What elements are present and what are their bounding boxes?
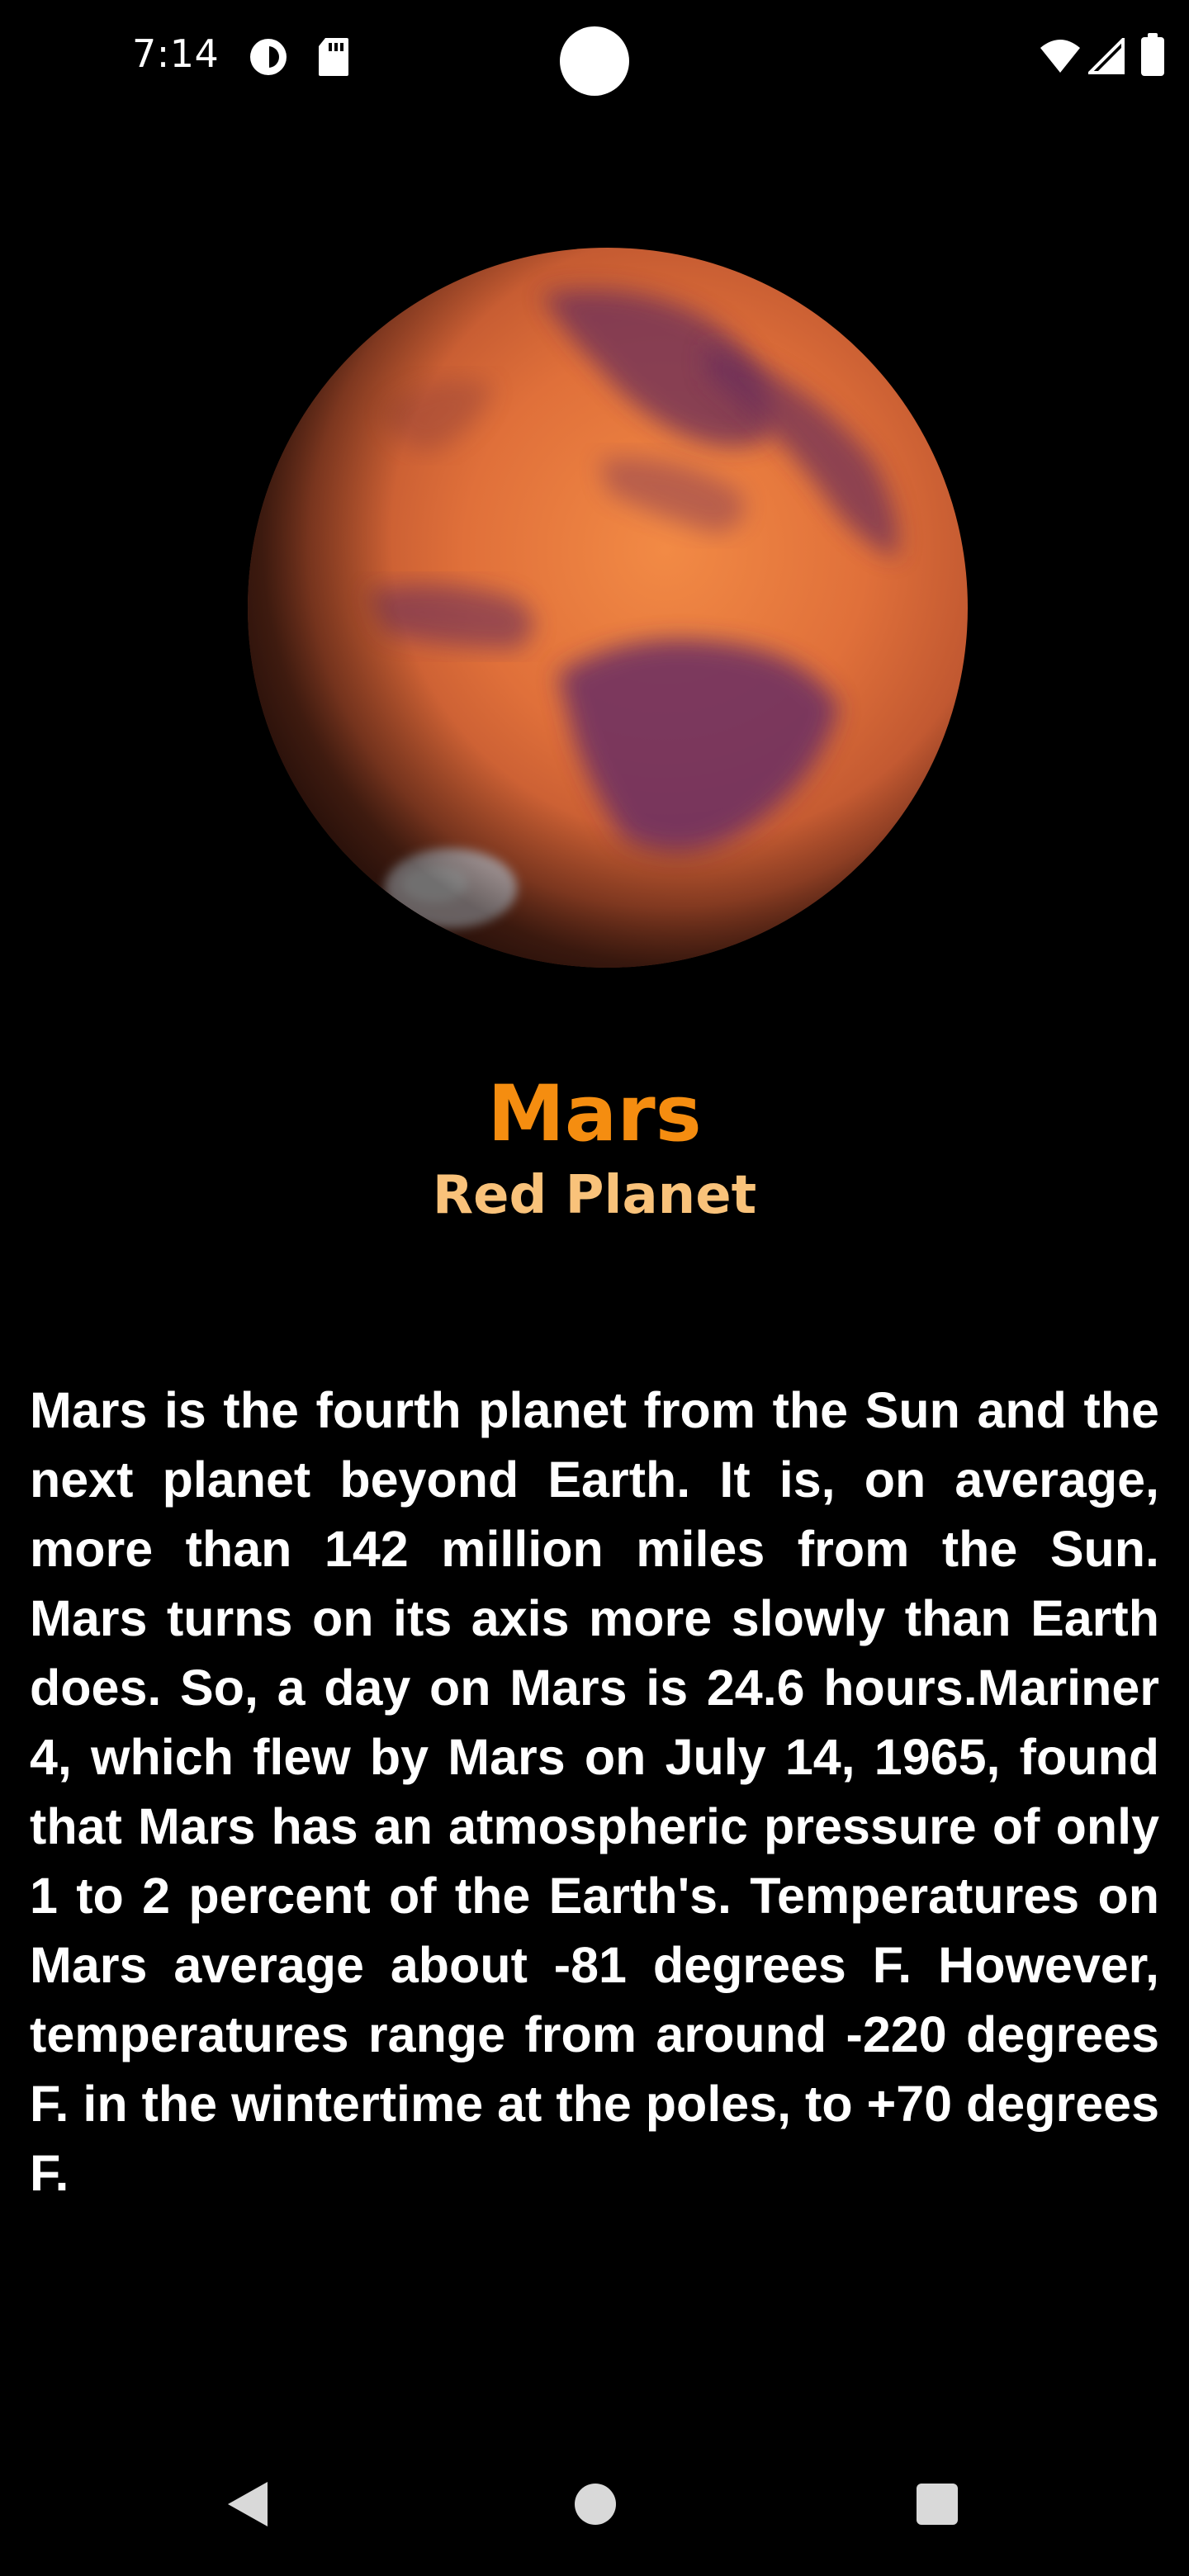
home-icon[interactable] xyxy=(575,2484,616,2525)
mars-planet-image xyxy=(244,244,971,971)
recents-icon[interactable] xyxy=(917,2484,958,2525)
front-camera xyxy=(560,26,629,96)
status-bar: 7:14 xyxy=(0,0,1189,116)
back-icon[interactable] xyxy=(228,2482,268,2526)
battery-icon xyxy=(1141,33,1164,76)
planet-subtitle: Red Planet xyxy=(432,1165,757,1226)
wifi-icon xyxy=(1040,40,1080,73)
signal-icon xyxy=(1088,38,1125,74)
planet-name: Mars xyxy=(487,1069,702,1159)
sd-card-icon xyxy=(319,38,348,76)
data-saver-icon xyxy=(250,39,287,75)
navigation-bar xyxy=(0,2460,1189,2559)
planet-description: Mars is the fourth planet from the Sun a… xyxy=(30,1382,1159,2201)
status-time: 7:14 xyxy=(132,31,220,76)
